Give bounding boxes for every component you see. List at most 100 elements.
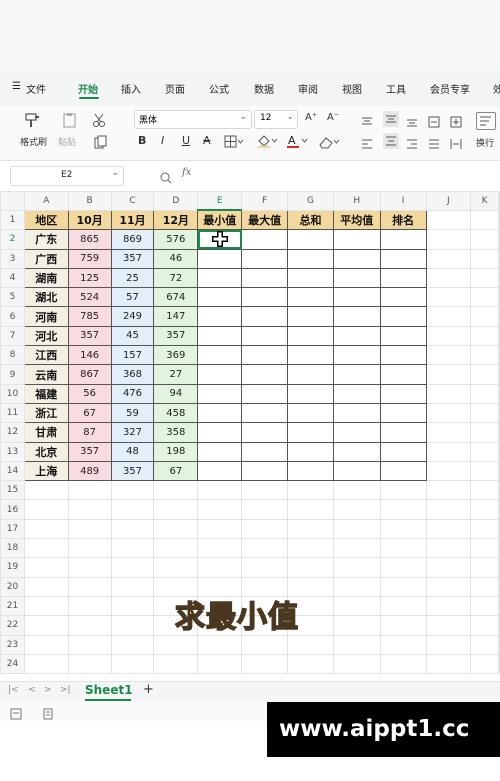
cell[interactable] [287,538,334,559]
value-cell[interactable]: 125 [67,267,112,289]
cell[interactable] [470,499,499,520]
cell[interactable] [110,538,155,559]
cell[interactable] [470,480,499,501]
cell[interactable] [379,518,427,540]
cell[interactable] [110,634,155,655]
bold-button[interactable]: B [138,134,146,147]
cell[interactable] [470,422,499,443]
shrink-font-button[interactable]: A⁻ [327,112,339,123]
cell[interactable] [287,518,334,540]
cell[interactable] [153,480,199,501]
cell[interactable] [197,480,243,501]
result-cell[interactable] [287,460,334,482]
cell[interactable] [241,480,289,501]
region-cell[interactable]: 广西 [23,248,69,269]
indent-icon[interactable] [428,113,440,128]
cell[interactable] [153,557,199,578]
cell[interactable] [110,557,155,578]
result-cell[interactable] [241,364,289,385]
tab-more[interactable]: 效 [493,81,500,96]
result-cell[interactable] [379,383,427,404]
cell[interactable] [67,653,112,675]
align-center-icon[interactable] [383,133,399,149]
result-cell[interactable] [197,325,243,347]
cell[interactable] [379,634,427,655]
value-cell[interactable]: 865 [67,229,112,250]
result-cell[interactable] [197,383,243,404]
cell[interactable] [425,229,472,250]
result-cell[interactable] [197,267,243,289]
result-cell[interactable] [379,345,427,366]
result-cell[interactable] [379,267,427,289]
cell[interactable] [425,364,472,385]
value-cell[interactable]: 48 [110,441,155,462]
cell[interactable] [470,402,499,424]
strike-button[interactable]: A [203,134,211,147]
column-header-c[interactable]: C [110,191,155,211]
result-cell[interactable] [287,402,334,424]
row-header[interactable]: 1 [0,209,25,231]
region-cell[interactable]: 江西 [23,345,69,366]
cell[interactable] [67,595,112,617]
result-cell[interactable] [241,325,289,347]
region-cell[interactable]: 北京 [23,441,69,462]
cell[interactable] [287,653,334,675]
cell[interactable] [498,595,500,617]
result-cell[interactable] [241,287,289,308]
cell[interactable] [23,576,69,597]
cell[interactable] [425,557,472,578]
cell[interactable] [498,576,500,597]
value-cell[interactable]: 785 [67,306,112,327]
cell[interactable] [425,499,472,520]
cell[interactable] [425,383,472,404]
column-header-e[interactable]: E [197,191,243,211]
cell[interactable] [425,248,472,269]
cell[interactable] [23,653,69,675]
cell[interactable] [23,557,69,578]
value-cell[interactable]: 489 [67,460,112,482]
result-cell[interactable] [241,422,289,443]
value-cell[interactable]: 87 [67,422,112,443]
result-cell[interactable] [197,441,243,462]
result-cell[interactable] [197,345,243,366]
result-cell[interactable] [379,422,427,443]
cell[interactable] [379,538,427,559]
value-cell[interactable]: 72 [153,267,199,289]
value-cell[interactable]: 249 [110,306,155,327]
result-cell[interactable] [332,441,381,462]
cell[interactable] [498,209,500,231]
cell[interactable] [332,576,381,597]
cell[interactable] [470,383,499,404]
cell[interactable] [425,480,472,501]
cell[interactable] [470,576,499,597]
cell[interactable] [67,557,112,578]
value-cell[interactable]: 576 [153,229,199,250]
cell[interactable] [197,557,243,578]
cell[interactable] [425,441,472,462]
cell[interactable] [379,653,427,675]
cell[interactable] [153,653,199,675]
cell[interactable] [470,441,499,462]
cell[interactable] [241,518,289,540]
cell[interactable] [425,615,472,636]
fill-color-icon[interactable] [256,133,278,149]
value-cell[interactable]: 67 [153,460,199,482]
region-cell[interactable]: 河南 [23,306,69,327]
cell[interactable] [379,499,427,520]
cell[interactable] [470,345,499,366]
result-cell[interactable] [379,287,427,308]
cell[interactable] [498,248,500,269]
value-cell[interactable]: 358 [153,422,199,443]
value-cell[interactable]: 458 [153,402,199,424]
header-cell[interactable]: 排名 [379,209,427,231]
cell[interactable] [23,480,69,501]
grow-font-button[interactable]: A⁺ [305,112,317,123]
result-cell[interactable] [287,287,334,308]
zoom-icon[interactable] [160,169,172,184]
cell[interactable] [470,325,499,347]
cell[interactable] [379,615,427,636]
cell[interactable] [23,595,69,617]
cell[interactable] [425,422,472,443]
result-cell[interactable] [287,267,334,289]
cell[interactable] [498,345,500,366]
